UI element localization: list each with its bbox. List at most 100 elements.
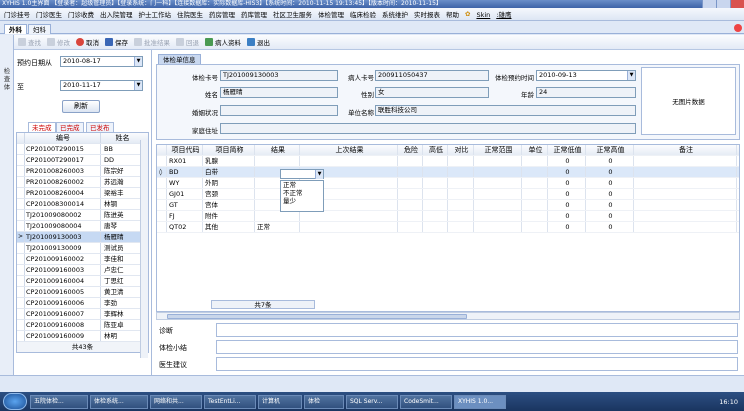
date-to-field[interactable]: 2010-11-17 ▼ xyxy=(60,80,143,91)
patient-row[interactable]: CP201009160004 丁思红 xyxy=(17,276,148,287)
tab-gynecology[interactable]: 妇科 xyxy=(28,24,51,34)
patient-row[interactable]: TJ201009080002 陈进英 xyxy=(17,210,148,221)
cancel-button[interactable]: 取消 xyxy=(76,37,99,47)
subtab-published[interactable]: 已发布 xyxy=(86,122,114,132)
result-cell-editor[interactable]: ▼ xyxy=(280,169,324,179)
taskbar-item[interactable]: 体检系统... xyxy=(90,394,148,409)
exit-button[interactable]: 退出 xyxy=(247,37,270,47)
menu-item[interactable]: 住院医生 xyxy=(177,9,203,19)
minimize-button[interactable] xyxy=(702,0,716,8)
dropdown-option[interactable]: 量少 xyxy=(283,197,323,205)
taskbar-item[interactable]: SQL Serv... xyxy=(346,394,398,409)
patient-row[interactable]: > TJ201009130003 杨雁晴 xyxy=(17,232,148,243)
menu-item[interactable]: 药库管理 xyxy=(241,9,267,19)
result-dropdown-icon[interactable]: ▼ xyxy=(315,170,323,179)
menu-item[interactable]: 门诊医生 xyxy=(36,9,62,19)
column-header[interactable]: 高低 xyxy=(423,145,448,155)
col-code-header[interactable]: 编号 xyxy=(25,133,101,143)
batch-result-button[interactable]: 批准结果 xyxy=(134,37,170,47)
taskbar-item[interactable]: 网络和共... xyxy=(150,394,202,409)
taskbar-item[interactable]: 计算机 xyxy=(258,394,302,409)
exam-item-row[interactable]: GT 宫体 0 0 xyxy=(157,200,739,211)
sex-field[interactable]: 女 xyxy=(375,87,489,98)
column-header[interactable]: 正常范围 xyxy=(474,145,522,155)
appt-dropdown-icon[interactable]: ▼ xyxy=(627,71,635,80)
patient-row[interactable]: PR201008260002 苏远瀚 xyxy=(17,177,148,188)
menu-item[interactable]: 出入院管理 xyxy=(100,9,133,19)
search-button[interactable]: 查找 xyxy=(18,37,41,47)
taskbar-item[interactable]: 体检 xyxy=(304,394,344,409)
menu-item[interactable]: 帮助 xyxy=(446,9,459,19)
exam-item-row[interactable]: WY 外阴 0 0 xyxy=(157,178,739,189)
column-header[interactable]: 项目简称 xyxy=(203,145,255,155)
exam-item-row[interactable]: RX01 乳腺 0 0 xyxy=(157,156,739,167)
taskbar-item-active[interactable]: XYHIS 1.0... xyxy=(454,394,506,409)
menu-item-skin[interactable]: Skin:雄鹰 xyxy=(476,9,517,19)
exam-item-row[interactable]: GJ01 宫颈 0 0 xyxy=(157,189,739,200)
patient-list-scrollbar[interactable] xyxy=(140,140,148,358)
patient-row[interactable]: CP20100T290015 BB xyxy=(17,144,148,155)
exam-item-cell[interactable] xyxy=(255,156,300,166)
side-vertical-tab[interactable]: 检查体 xyxy=(0,35,14,375)
menu-item[interactable]: 体检管理 xyxy=(318,9,344,19)
patient-no-field[interactable]: 200911050437 xyxy=(375,70,489,81)
exam-item-cell[interactable] xyxy=(255,211,300,221)
date-to-dropdown-icon[interactable]: ▼ xyxy=(134,81,142,90)
date-from-dropdown-icon[interactable]: ▼ xyxy=(134,57,142,66)
patient-row[interactable]: CP201009160005 黄卫清 xyxy=(17,287,148,298)
column-header[interactable]: 正常低值 xyxy=(548,145,586,155)
patient-row[interactable]: TJ201009130009 测试员 xyxy=(17,243,148,254)
patient-row[interactable]: PR201008260003 陈宗好 xyxy=(17,166,148,177)
patient-row[interactable]: CP201009160006 李劲 xyxy=(17,298,148,309)
exam-item-row[interactable]: FJ 附件 0 0 xyxy=(157,211,739,222)
tab-surgery[interactable]: 外科 xyxy=(4,24,27,34)
column-header[interactable]: 结果 xyxy=(255,145,300,155)
menu-item[interactable]: 药房管理 xyxy=(209,9,235,19)
skin-icon[interactable]: ✿ xyxy=(465,10,470,18)
col-name-header[interactable]: 姓名 xyxy=(101,133,141,143)
patient-row[interactable]: CP201009160003 卢忠仁 xyxy=(17,265,148,276)
diagnosis-field[interactable] xyxy=(216,323,738,337)
column-header[interactable]: 备注 xyxy=(634,145,737,155)
patient-row[interactable]: CP201009160002 李佳和 xyxy=(17,254,148,265)
patient-row[interactable]: PR201008260004 梁裕丰 xyxy=(17,188,148,199)
address-field[interactable] xyxy=(220,123,636,134)
column-header[interactable]: 危险 xyxy=(398,145,423,155)
menu-item[interactable]: 护士工作站 xyxy=(139,9,172,19)
menu-item[interactable]: 社区卫生服务 xyxy=(273,9,312,19)
menu-item[interactable]: 系统维护 xyxy=(382,9,408,19)
subtab-unfinished[interactable]: 未完成 xyxy=(28,122,56,132)
exam-item-cell[interactable]: 正常 xyxy=(255,222,300,232)
patient-info-button[interactable]: 病人资料 xyxy=(205,37,241,47)
appt-field[interactable]: 2010-09-13 ▼ xyxy=(536,70,636,81)
dropdown-option[interactable]: 不正常 xyxy=(283,189,323,197)
exam-grid-scrollbar[interactable] xyxy=(156,312,740,320)
taskbar-item[interactable]: CodeSmit... xyxy=(400,394,452,409)
menu-item[interactable]: 临床检验 xyxy=(350,9,376,19)
exam-item-row[interactable]: ◊ BD 白带 0 0 xyxy=(157,167,739,178)
patient-row[interactable]: CP20100T290017 DD xyxy=(17,155,148,166)
column-header[interactable]: 对比 xyxy=(448,145,474,155)
dropdown-option[interactable]: 正常 xyxy=(283,181,323,189)
summary-field[interactable] xyxy=(216,340,738,354)
start-button[interactable] xyxy=(3,393,27,410)
patient-row[interactable]: CP201009160007 李辉林 xyxy=(17,309,148,320)
taskbar-item[interactable]: 五院体检... xyxy=(30,394,88,409)
card-field[interactable]: TJ201009130003 xyxy=(220,70,338,81)
scroll-thumb[interactable] xyxy=(167,314,467,319)
age-field[interactable]: 24 xyxy=(536,87,636,98)
patient-row[interactable]: CP201009160008 陈亚卓 xyxy=(17,320,148,331)
modify-button[interactable]: 修改 xyxy=(47,37,70,47)
advice-field[interactable] xyxy=(216,357,738,371)
save-button[interactable]: 保存 xyxy=(105,37,128,47)
exam-item-row[interactable]: QT02 其他 正常 0 0 xyxy=(157,222,739,233)
column-header[interactable]: 单位 xyxy=(522,145,548,155)
subtab-finished[interactable]: 已完成 xyxy=(56,122,84,132)
menu-item[interactable]: 门诊收费 xyxy=(68,9,94,19)
close-tab-icon[interactable] xyxy=(734,24,742,32)
refresh-button[interactable]: 刷新 xyxy=(62,100,100,113)
column-header[interactable]: 正常高值 xyxy=(586,145,634,155)
menu-item[interactable]: 门诊挂号 xyxy=(4,9,30,19)
column-header[interactable]: 项目代码 xyxy=(167,145,203,155)
patient-row[interactable]: CP201008300014 林钢 xyxy=(17,199,148,210)
